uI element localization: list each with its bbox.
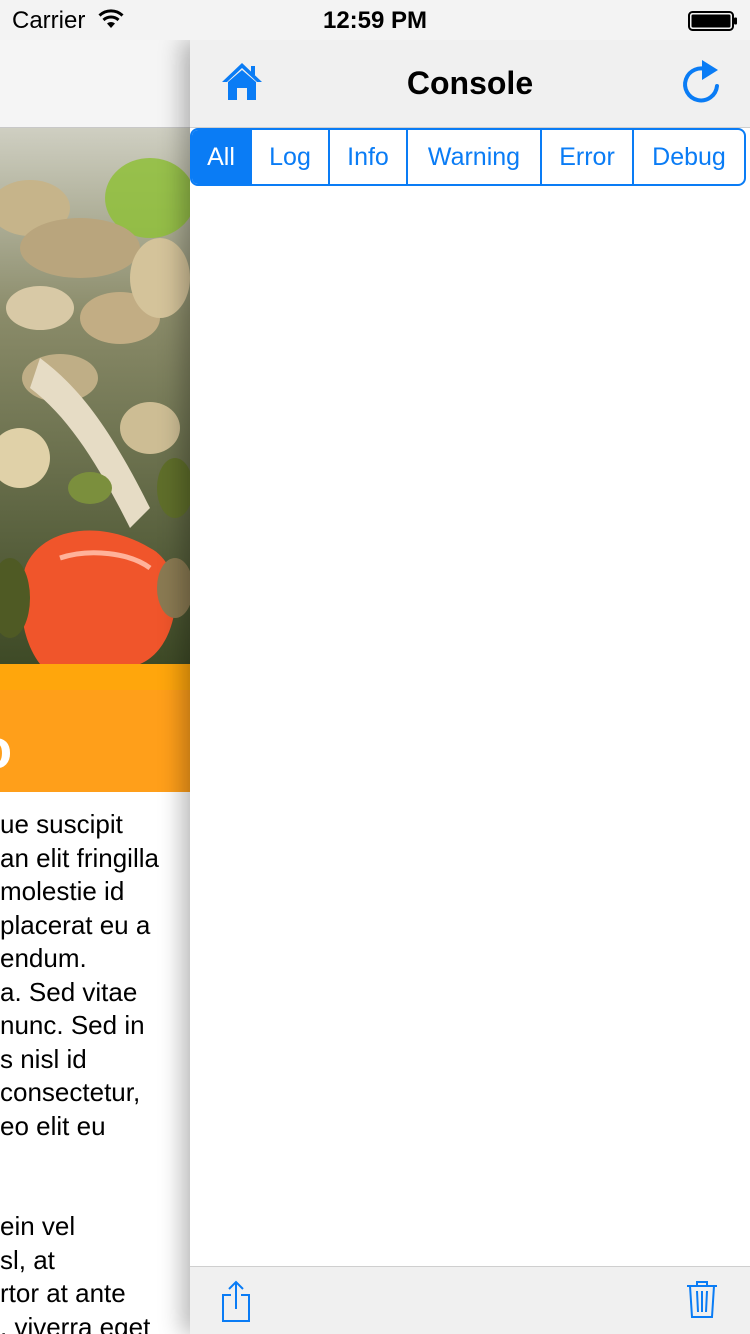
status-bar: Carrier 12:59 PM xyxy=(0,0,750,40)
article-body-line: endum. xyxy=(0,943,87,973)
refresh-icon[interactable] xyxy=(678,58,724,108)
filter-all-segment[interactable]: All xyxy=(192,130,252,184)
trash-icon[interactable] xyxy=(686,1279,718,1319)
article-body-line xyxy=(0,1143,190,1177)
article-title-banner: o xyxy=(0,664,190,792)
console-log-area[interactable] xyxy=(190,188,750,1266)
banner-strip xyxy=(0,664,190,690)
log-filter-segmented-control: All Log Info Warning Error Debug xyxy=(190,128,746,186)
article-body-line xyxy=(0,1177,190,1211)
console-panel: Console All Log Info Warning Error Debug xyxy=(190,40,750,1334)
article-title-partial: o xyxy=(0,716,12,781)
article-body-line: nunc. Sed in xyxy=(0,1010,145,1040)
article-body-line: an elit fringilla xyxy=(0,842,159,873)
article-body-line: rtor at ante xyxy=(0,1278,126,1308)
battery-icon xyxy=(688,11,737,31)
article-body-line: molestie id xyxy=(0,876,125,906)
filter-log-segment[interactable]: Log xyxy=(252,130,330,184)
article-body-line: consectetur, xyxy=(0,1077,141,1107)
page-title: Console xyxy=(406,65,534,101)
article-photo xyxy=(0,128,190,664)
status-time: 12:59 PM xyxy=(322,7,428,34)
article-body-line: sl, at xyxy=(0,1244,55,1275)
filter-debug-segment[interactable]: Debug xyxy=(634,130,744,184)
background-article-pane: o ue suscipitan elit fringillamolestie i… xyxy=(0,40,190,1334)
article-body-line: eo elit eu xyxy=(0,1110,106,1141)
article-body-line: , viverra eget xyxy=(0,1311,151,1334)
article-body-line: s nisl id xyxy=(0,1043,87,1074)
share-icon[interactable] xyxy=(220,1279,252,1323)
article-body-text: ue suscipit an elit fringilla molestie id … xyxy=(0,808,190,1334)
console-toolbar xyxy=(190,1266,750,1334)
filter-error-segment[interactable]: Error xyxy=(542,130,634,184)
filter-info-segment[interactable]: Info xyxy=(330,130,408,184)
background-navbar xyxy=(0,40,190,128)
article-body-line: ue suscipit xyxy=(0,809,123,839)
article-body-line: a. Sed vitae xyxy=(0,976,138,1007)
article-body-line: placerat eu a xyxy=(0,909,151,940)
article-body-line: ein vel xyxy=(0,1211,76,1241)
filter-warning-segment[interactable]: Warning xyxy=(408,130,542,184)
console-navbar: Console xyxy=(190,40,750,128)
